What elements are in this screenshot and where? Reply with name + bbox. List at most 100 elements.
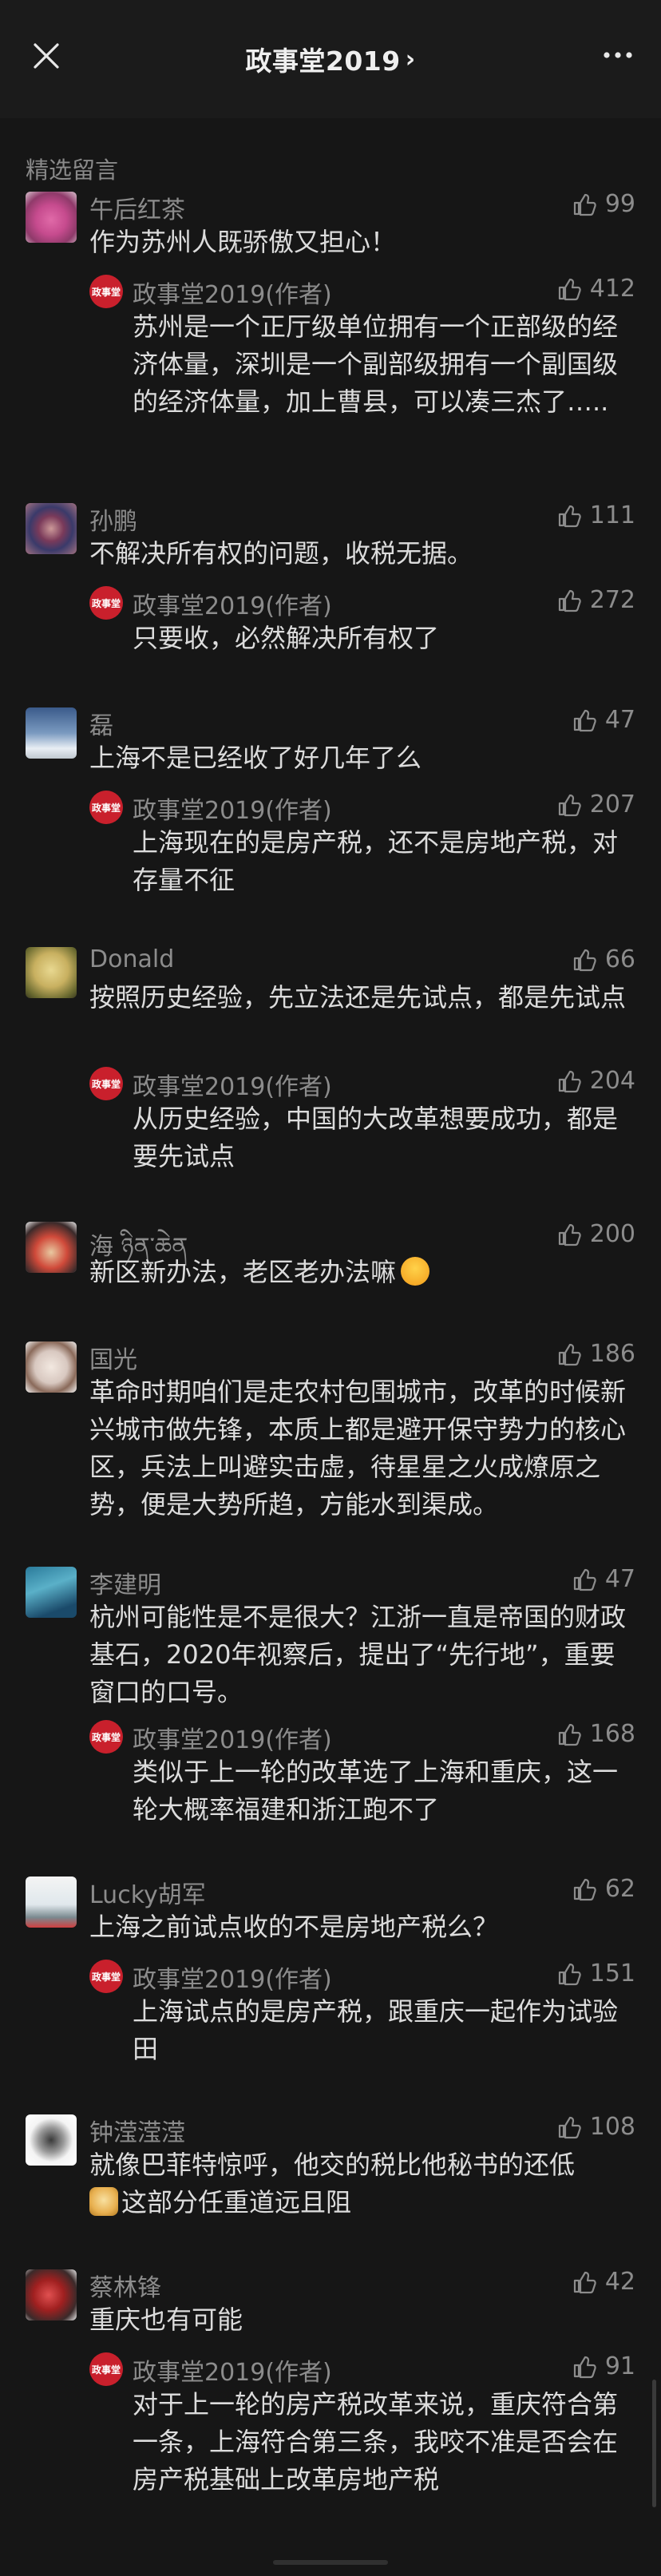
author-avatar: 政事堂 bbox=[89, 791, 123, 824]
thumbs-up-icon bbox=[573, 2271, 596, 2293]
like-count: 204 bbox=[589, 1067, 635, 1095]
reply-like-button[interactable]: 412 bbox=[556, 275, 635, 303]
comment-item: 孙鹏 111 不解决所有权的问题，收税无据。 政事堂 政事堂2019(作者) 2… bbox=[0, 500, 661, 660]
scrollbar[interactable] bbox=[652, 2380, 656, 2507]
reply-like-button[interactable]: 168 bbox=[556, 1720, 635, 1748]
thumbs-up-icon bbox=[573, 193, 596, 216]
close-icon[interactable] bbox=[30, 40, 62, 72]
more-options-icon[interactable] bbox=[602, 48, 634, 62]
reply-author-name: 政事堂2019(作者) bbox=[133, 797, 332, 825]
reply-text: 上海现在的是房产税，还不是房地产税，对存量不征 bbox=[133, 827, 619, 895]
like-button[interactable]: 200 bbox=[556, 1220, 635, 1248]
thumbs-up-icon bbox=[573, 1568, 596, 1591]
like-count: 42 bbox=[604, 2268, 635, 2296]
winking-face-emoji-icon bbox=[401, 1257, 430, 1286]
avatar[interactable] bbox=[26, 2114, 77, 2166]
account-title: 政事堂2019 bbox=[245, 46, 401, 77]
like-button[interactable]: 66 bbox=[572, 945, 635, 973]
thumbs-up-icon bbox=[558, 589, 581, 612]
like-button[interactable]: 186 bbox=[556, 1340, 635, 1368]
avatar[interactable] bbox=[26, 503, 77, 554]
comment-item: 国光 186 革命时期咱们是走农村包围城市，改革的时候新兴城市做先锋，本质上都是… bbox=[0, 1338, 661, 1530]
reply-like-button[interactable]: 204 bbox=[556, 1067, 635, 1095]
thumbs-up-icon bbox=[558, 1223, 581, 1246]
chevron-right-icon: › bbox=[405, 45, 416, 73]
comment-text: 革命时期咱们是走农村包围城市，改革的时候新兴城市做先锋，本质上都是避开保守势力的… bbox=[89, 1377, 627, 1520]
commenter-name: 磊 bbox=[89, 712, 113, 740]
like-button[interactable]: 111 bbox=[556, 501, 635, 529]
reply-text: 类似于上一轮的改革选了上海和重庆，这一轮大概率福建和浙江跑不了 bbox=[133, 1757, 619, 1825]
comment-text: 上海不是已经收了好几年了么 bbox=[89, 743, 422, 773]
commenter-name: Lucky胡军 bbox=[89, 1881, 206, 1909]
like-button[interactable]: 47 bbox=[572, 1565, 635, 1593]
reply-like-button[interactable]: 207 bbox=[556, 791, 635, 818]
reply-text: 从历史经验，中国的大改革想要成功，都是要先试点 bbox=[133, 1104, 619, 1171]
comment-text: 杭州可能性是不是很大？江浙一直是帝国的财政基石，2020年视察后，提出了“先行地… bbox=[89, 1602, 627, 1707]
avatar[interactable] bbox=[26, 1342, 77, 1393]
comment-text: 上海之前试点收的不是房地产税么？ bbox=[89, 1912, 499, 1942]
like-count: 412 bbox=[589, 275, 635, 303]
comment-item: 磊 47 上海不是已经收了好几年了么 政事堂 政事堂2019(作者) 207 上… bbox=[0, 704, 661, 904]
comment-item: 午后红茶 99 作为苏州人既骄傲又担心！ 政事堂 政事堂2019(作者) 412… bbox=[0, 188, 661, 468]
comment-text: 就像巴菲特惊呼，他交的税比他秘书的还低 bbox=[89, 2150, 576, 2180]
reply-like-button[interactable]: 272 bbox=[556, 586, 635, 614]
account-title-button[interactable]: 政事堂2019 › bbox=[245, 40, 415, 78]
like-button[interactable]: 108 bbox=[556, 2113, 635, 2141]
like-count: 108 bbox=[589, 2113, 635, 2141]
commenter-name: 蔡林锋 bbox=[89, 2274, 161, 2302]
home-indicator bbox=[273, 2560, 388, 2565]
like-button[interactable]: 47 bbox=[572, 706, 635, 734]
thumbs-up-icon bbox=[558, 1343, 581, 1365]
like-count: 111 bbox=[589, 501, 635, 529]
author-avatar: 政事堂 bbox=[89, 1067, 123, 1100]
comment-text: 新区新办法，老区老办法嘛 bbox=[89, 1257, 397, 1287]
like-count: 151 bbox=[589, 1960, 635, 1987]
reply-like-button[interactable]: 91 bbox=[572, 2352, 635, 2380]
avatar[interactable] bbox=[26, 2269, 77, 2320]
reply-author-name: 政事堂2019(作者) bbox=[133, 1726, 332, 1754]
author-avatar: 政事堂 bbox=[89, 1720, 123, 1754]
thumbs-up-icon bbox=[558, 1070, 581, 1092]
reply-author-name: 政事堂2019(作者) bbox=[133, 1073, 332, 1101]
reply-like-button[interactable]: 151 bbox=[556, 1960, 635, 1987]
author-avatar: 政事堂 bbox=[89, 2352, 123, 2386]
avatar[interactable] bbox=[26, 1877, 77, 1928]
commenter-name: 国光 bbox=[89, 1346, 137, 1374]
avatar[interactable] bbox=[26, 947, 77, 998]
like-count: 91 bbox=[604, 2352, 635, 2380]
like-count: 47 bbox=[604, 1565, 635, 1593]
avatar[interactable] bbox=[26, 707, 77, 759]
reply-text: 只要收，必然解决所有权了 bbox=[133, 623, 440, 653]
comment-item: 李建明 47 杭州可能性是不是很大？江浙一直是帝国的财政基石，2020年视察后，… bbox=[0, 1563, 661, 1825]
thumbs-up-icon bbox=[573, 2356, 596, 2378]
comment-text: 不解决所有权的问题，收税无据。 bbox=[89, 538, 473, 569]
thumbs-up-icon bbox=[573, 709, 596, 731]
comment-text: 按照历史经验，先立法还是先试点，都是先试点 bbox=[89, 982, 627, 1013]
comment-text-line-2: 这部分任重道远且阻 bbox=[89, 2184, 626, 2221]
like-count: 200 bbox=[589, 1220, 635, 1248]
comment-item: 钟滢滢滢 108 就像巴菲特惊呼，他交的税比他秘书的还低 这部分任重道远且阻 bbox=[0, 2111, 661, 2231]
like-count: 62 bbox=[604, 1875, 635, 1903]
avatar[interactable] bbox=[26, 1222, 77, 1273]
author-avatar: 政事堂 bbox=[89, 275, 123, 308]
like-count: 186 bbox=[589, 1340, 635, 1368]
author-avatar: 政事堂 bbox=[89, 586, 123, 620]
avatar[interactable] bbox=[26, 192, 77, 243]
thumbs-up-icon bbox=[558, 1963, 581, 1985]
like-button[interactable]: 99 bbox=[572, 190, 635, 218]
thumbs-up-icon bbox=[573, 949, 596, 971]
reply-author-name: 政事堂2019(作者) bbox=[133, 1966, 332, 1994]
reply-text: 苏州是一个正厅级单位拥有一个正部级的经济体量，深圳是一个副部级拥有一个副国级的经… bbox=[133, 311, 619, 417]
commenter-name: 孙鹏 bbox=[89, 508, 137, 536]
reply-text: 对于上一轮的房产税改革来说，重庆符合第一条，上海符合第三条，我咬不准是否会在房产… bbox=[133, 2389, 619, 2495]
like-button[interactable]: 42 bbox=[572, 2268, 635, 2296]
avatar[interactable] bbox=[26, 1567, 77, 1618]
commenter-name: Donald bbox=[89, 945, 175, 973]
like-button[interactable]: 62 bbox=[572, 1875, 635, 1903]
thumbs-up-icon bbox=[558, 278, 581, 300]
reply-author-name: 政事堂2019(作者) bbox=[133, 281, 332, 309]
comment-text-row: 新区新办法，老区老办法嘛 bbox=[89, 1254, 626, 1291]
thumbs-up-icon bbox=[558, 505, 581, 527]
like-count: 272 bbox=[589, 586, 635, 614]
thumbs-up-icon bbox=[558, 2116, 581, 2138]
